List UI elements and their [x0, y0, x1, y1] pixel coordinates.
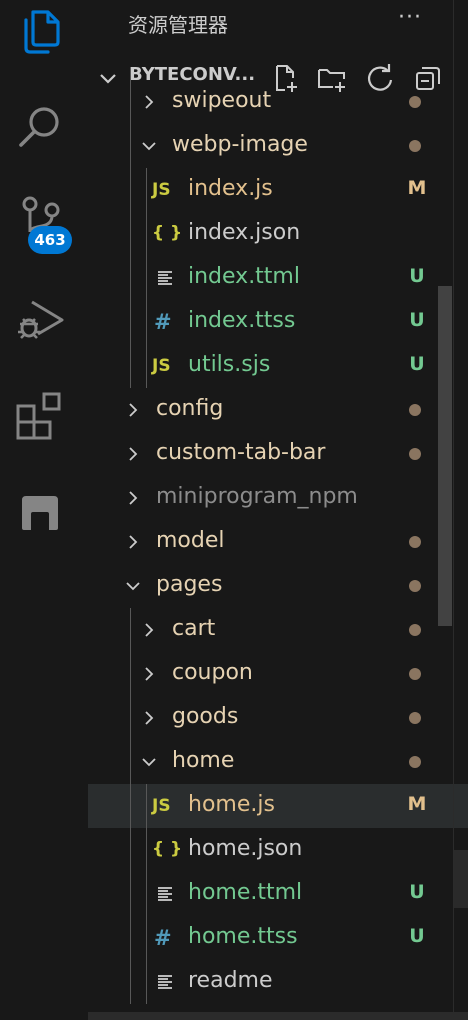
search-icon[interactable]: [12, 98, 68, 154]
contains-changes-dot: [409, 712, 421, 724]
tree-item-label: config: [156, 396, 224, 421]
tree-item-label: goods: [172, 704, 239, 729]
tree-item-label: home.js: [188, 792, 275, 817]
tree-item-label: swipeout: [172, 88, 272, 113]
tree-file-row[interactable]: { } index.json: [88, 212, 468, 256]
js-file-icon: JS: [152, 796, 171, 816]
tree-item-label: index.ttml: [188, 264, 300, 289]
git-status-badge: U: [409, 265, 425, 287]
tree-folder-row[interactable]: pages: [88, 564, 468, 608]
sidebar-title: 资源管理器: [128, 13, 228, 37]
chevron-right-icon: [129, 447, 138, 461]
explorer-sidebar: 资源管理器 ··· BYTECONV... swipeout webp-image…: [88, 0, 468, 1020]
indent-guide: [146, 168, 147, 388]
contains-changes-dot: [409, 668, 421, 680]
tree-item-label: home.ttss: [188, 924, 298, 949]
tree-folder-row[interactable]: goods: [88, 696, 468, 740]
tree-file-row[interactable]: { } home.json: [88, 828, 468, 872]
git-status-badge: U: [409, 925, 425, 947]
tree-folder-row[interactable]: swipeout: [88, 80, 468, 124]
tree-file-row[interactable]: readme: [88, 960, 468, 1004]
stylesheet-file-icon: #: [154, 310, 172, 334]
tree-item-label: webp-image: [172, 132, 308, 157]
git-status-badge: U: [409, 881, 425, 903]
tree-file-row[interactable]: JS home.js M: [88, 784, 468, 828]
contains-changes-dot: [409, 404, 421, 416]
markup-file-icon: [158, 886, 176, 907]
chevron-right-icon: [145, 711, 154, 725]
contains-changes-dot: [409, 536, 421, 548]
overview-ruler-mark: [454, 850, 468, 908]
tree-item-label: home.json: [188, 836, 303, 861]
activity-bar: 463: [0, 0, 88, 1020]
markup-file-icon: [158, 270, 176, 291]
tree-item-label: miniprogram_npm: [156, 484, 358, 509]
tree-item-label: utils.sjs: [188, 352, 271, 377]
tree-folder-row[interactable]: home: [88, 740, 468, 784]
js-file-icon: JS: [152, 356, 171, 376]
tree-item-label: readme: [188, 968, 273, 993]
chevron-right-icon: [145, 667, 154, 681]
contains-changes-dot: [409, 140, 421, 152]
chevron-right-icon: [129, 535, 138, 549]
contains-changes-dot: [409, 96, 421, 108]
remote-explorer-icon[interactable]: [12, 486, 68, 542]
json-file-icon: { }: [152, 839, 183, 859]
tree-item-label: pages: [156, 572, 223, 597]
tree-item-label: home.ttml: [188, 880, 303, 905]
tree-file-row[interactable]: # home.ttss U: [88, 916, 468, 960]
indent-guide: [130, 80, 131, 388]
run-debug-icon[interactable]: [12, 292, 68, 348]
git-status-badge: U: [409, 353, 425, 375]
horizontal-scrollbar[interactable]: [88, 1012, 468, 1020]
tree-item-label: cart: [172, 616, 216, 641]
chevron-right-icon: [129, 491, 138, 505]
explorer-icon[interactable]: [12, 4, 68, 60]
tree-folder-row[interactable]: custom-tab-bar: [88, 432, 468, 476]
chevron-right-icon: [129, 403, 138, 417]
tree-item-label: coupon: [172, 660, 253, 685]
indent-guide: [146, 784, 147, 1004]
more-actions-button[interactable]: ···: [390, 4, 430, 36]
tree-folder-row[interactable]: coupon: [88, 652, 468, 696]
tree-file-row[interactable]: home.ttml U: [88, 872, 468, 916]
sidebar-title-bar: 资源管理器 ···: [88, 0, 468, 48]
chevron-right-icon: [145, 95, 154, 109]
tree-folder-row[interactable]: webp-image: [88, 124, 468, 168]
tree-file-row[interactable]: JS index.js M: [88, 168, 468, 212]
stylesheet-file-icon: #: [154, 926, 172, 950]
indent-guide: [130, 608, 131, 1004]
git-status-badge: M: [407, 177, 427, 199]
tree-file-row[interactable]: # index.ttss U: [88, 300, 468, 344]
tree-folder-row[interactable]: cart: [88, 608, 468, 652]
tree-item-label: custom-tab-bar: [156, 440, 326, 465]
chevron-down-icon: [126, 582, 140, 591]
tree-file-row[interactable]: JS utils.sjs U: [88, 344, 468, 388]
tree-folder-row[interactable]: model: [88, 520, 468, 564]
scm-count-badge: 463: [28, 226, 72, 254]
contains-changes-dot: [409, 756, 421, 768]
contains-changes-dot: [409, 448, 421, 460]
tree-item-label: index.ttss: [188, 308, 296, 333]
chevron-down-icon: [142, 142, 156, 151]
git-status-badge: M: [407, 793, 427, 815]
contains-changes-dot: [409, 624, 421, 636]
tree-item-label: index.json: [188, 220, 301, 245]
extensions-icon[interactable]: [12, 388, 68, 444]
contains-changes-dot: [409, 580, 421, 592]
tree-item-label: home: [172, 748, 235, 773]
tree-item-label: model: [156, 528, 225, 553]
vertical-scrollbar-thumb[interactable]: [438, 286, 452, 626]
js-file-icon: JS: [152, 180, 171, 200]
git-status-badge: U: [409, 309, 425, 331]
tree-file-row[interactable]: index.ttml U: [88, 256, 468, 300]
text-file-icon: [158, 974, 176, 995]
chevron-right-icon: [145, 623, 154, 637]
json-file-icon: { }: [152, 223, 183, 243]
tree-folder-row[interactable]: config: [88, 388, 468, 432]
tree-item-label: index.js: [188, 176, 273, 201]
chevron-down-icon: [142, 758, 156, 767]
tree-folder-row[interactable]: miniprogram_npm: [88, 476, 468, 520]
